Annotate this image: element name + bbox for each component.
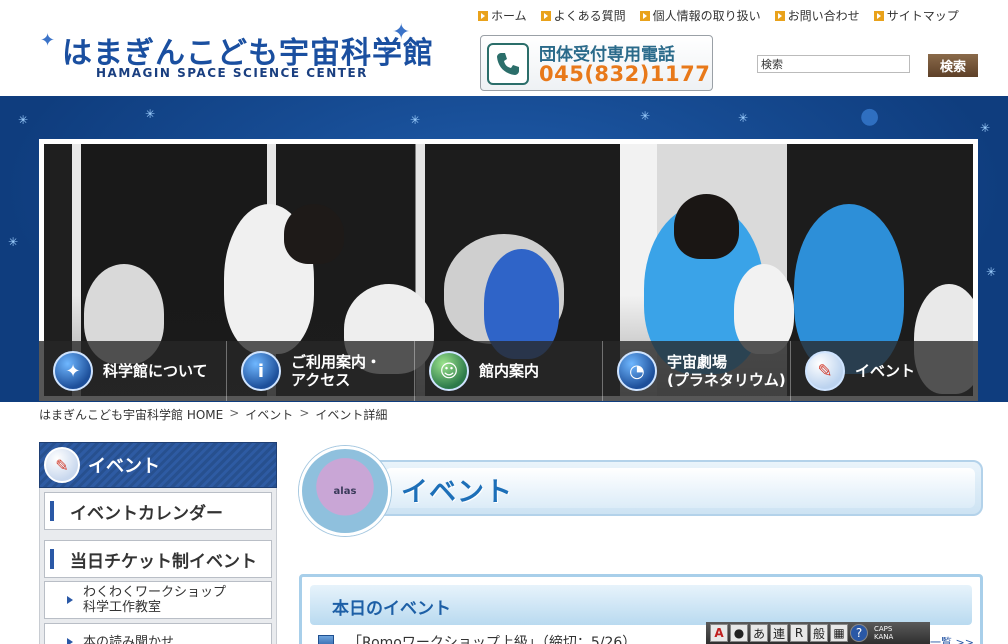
sidebar-subitem-storytelling[interactable]: 本の読み聞かせ: [44, 623, 272, 644]
nav-access[interactable]: i ご利用案内・ アクセス: [227, 341, 415, 401]
sparkle-icon: ✳: [640, 109, 651, 123]
photo-figure: [674, 194, 739, 259]
top-link-label: サイトマップ: [886, 9, 959, 23]
top-link-contact[interactable]: お問い合わせ: [774, 7, 860, 24]
sparkle-icon: ✳: [18, 113, 29, 127]
page-title: イベント: [401, 477, 513, 508]
event-icon: ✎: [805, 351, 845, 391]
sidebar-item-label: イベントカレンダー: [70, 503, 223, 524]
nav-event[interactable]: ✎ イベント: [791, 341, 978, 401]
top-link-faq[interactable]: よくある質問: [540, 7, 626, 24]
nav-floor-guide[interactable]: ☺ 館内案内: [415, 341, 603, 401]
sparkle-icon: ✳: [8, 235, 19, 249]
sidebar-item-event-calendar[interactable]: イベントカレンダー: [44, 492, 272, 530]
sparkle-icon: ✳: [145, 107, 156, 121]
event-icon: ✎: [44, 447, 80, 483]
breadcrumb: はまぎんこども宇宙科学館 HOME > イベント > イベント詳細: [39, 406, 387, 423]
today-events-header: 本日のイベント: [310, 585, 972, 625]
mascot-label: alas: [333, 485, 357, 497]
item-marker: [50, 549, 54, 569]
nav-label: 科学館について: [103, 362, 208, 380]
arrow-icon: [478, 10, 488, 21]
info-icon: i: [241, 351, 281, 391]
top-link-label: ホーム: [491, 9, 527, 23]
sparkle-icon: ✳: [410, 113, 421, 127]
ime-conversion-button[interactable]: 連: [770, 624, 788, 642]
sparkle-icon: ✳: [980, 121, 991, 135]
event-list-item[interactable]: 「Romoワークショップ上級」（締切：5/26）: [318, 632, 636, 644]
nav-label: イベント: [855, 362, 916, 380]
sparkle-icon: ✳: [986, 265, 997, 279]
breadcrumb-separator: >: [229, 406, 240, 420]
star-icon: ✦: [40, 30, 56, 51]
photo-figure: [284, 204, 344, 264]
event-bullet-icon: [318, 635, 334, 644]
nav-planetarium[interactable]: ◔ 宇宙劇場 (プラネタリウム): [603, 341, 791, 401]
ime-r-button[interactable]: R: [790, 624, 808, 642]
triangle-icon: [67, 596, 73, 604]
utility-links: ホーム よくある質問 個人情報の取り扱い お問い合わせ サイトマップ: [478, 7, 959, 24]
arrow-icon: [774, 10, 785, 21]
phone-icon: [487, 43, 529, 85]
ime-dot-button[interactable]: ●: [730, 624, 748, 642]
phone-number: 045(832)1177: [539, 62, 711, 86]
item-marker: [50, 501, 54, 521]
site-logo[interactable]: ✦ ✦ ✦ はまぎんこども宇宙科学館 HAMAGIN SPACE SCIENCE…: [40, 22, 433, 82]
arrow-icon: [639, 10, 650, 21]
site-header: ✦ ✦ ✦ はまぎんこども宇宙科学館 HAMAGIN SPACE SCIENCE…: [0, 0, 1008, 96]
satellite-icon: ✦: [53, 351, 93, 391]
nav-label: 館内案内: [479, 362, 540, 380]
top-link-home[interactable]: ホーム: [478, 7, 527, 24]
sidebar-item-same-day-ticket[interactable]: 当日チケット制イベント: [44, 540, 272, 578]
sidebar-heading: ✎ イベント: [39, 442, 277, 488]
top-link-sitemap[interactable]: サイトマップ: [873, 7, 959, 24]
today-events-title: 本日のイベント: [332, 599, 451, 619]
ime-caps-indicator: CAPS KANA: [874, 625, 893, 641]
robot-icon: ☺: [429, 351, 469, 391]
sidebar-subitem-workshop[interactable]: わくわくワークショップ 科学工作教室: [44, 581, 272, 619]
group-phone-banner: 団体受付専用電話 045(832)1177: [480, 35, 713, 91]
global-nav: ✦ 科学館について i ご利用案内・ アクセス ☺ 館内案内 ◔ 宇宙劇場 (プ…: [39, 341, 978, 401]
sidebar-title: イベント: [88, 456, 160, 477]
ime-mode-button[interactable]: A: [710, 624, 728, 642]
ime-dictionary-button[interactable]: 般: [810, 624, 828, 642]
kana-label: KANA: [874, 633, 894, 641]
sidebar-item-label: 当日チケット制イベント: [70, 551, 257, 572]
triangle-icon: [67, 638, 73, 644]
search-input[interactable]: [757, 55, 910, 73]
ime-toolbar: A ● あ 連 R 般 ▦ ? CAPS KANA: [706, 622, 930, 644]
arrow-icon: [540, 10, 551, 21]
breadcrumb-separator: >: [299, 406, 310, 420]
mascot-icon: alas: [299, 446, 391, 536]
nav-label: 宇宙劇場 (プラネタリウム): [667, 353, 786, 389]
planet-icon: ●: [860, 104, 880, 129]
top-link-label: お問い合わせ: [787, 9, 860, 23]
nav-about[interactable]: ✦ 科学館について: [39, 341, 227, 401]
more-events-link[interactable]: 一覧 >>: [930, 634, 974, 644]
event-title-link[interactable]: 「Romoワークショップ上級」（締切：5/26）: [348, 632, 636, 644]
sidebar-subitem-label: 本の読み聞かせ: [83, 634, 175, 644]
ime-pad-button[interactable]: ▦: [830, 624, 848, 642]
arrow-icon: [873, 10, 884, 21]
top-link-privacy[interactable]: 個人情報の取り扱い: [639, 7, 761, 24]
nav-label: ご利用案内・ アクセス: [291, 353, 382, 389]
logo-text-en: HAMAGIN SPACE SCIENCE CENTER: [96, 66, 368, 80]
sidebar-subitem-label: わくわくワークショップ 科学工作教室: [83, 585, 227, 615]
sidebar-menu: イベントカレンダー 当日チケット制イベント わくわくワークショップ 科学工作教室…: [39, 488, 277, 644]
sparkle-icon: ✳: [738, 111, 749, 125]
page-title-banner: alas イベント: [299, 446, 983, 536]
search-button[interactable]: 検索: [928, 54, 978, 77]
top-link-label: 個人情報の取り扱い: [652, 9, 761, 23]
breadcrumb-home[interactable]: はまぎんこども宇宙科学館 HOME: [39, 406, 223, 423]
breadcrumb-current: イベント詳細: [315, 408, 388, 422]
caps-label: CAPS: [874, 625, 893, 633]
ime-hiragana-button[interactable]: あ: [750, 624, 768, 642]
top-link-label: よくある質問: [553, 9, 626, 23]
help-icon[interactable]: ?: [850, 624, 868, 642]
breadcrumb-event[interactable]: イベント: [245, 406, 293, 423]
planetarium-icon: ◔: [617, 351, 657, 391]
